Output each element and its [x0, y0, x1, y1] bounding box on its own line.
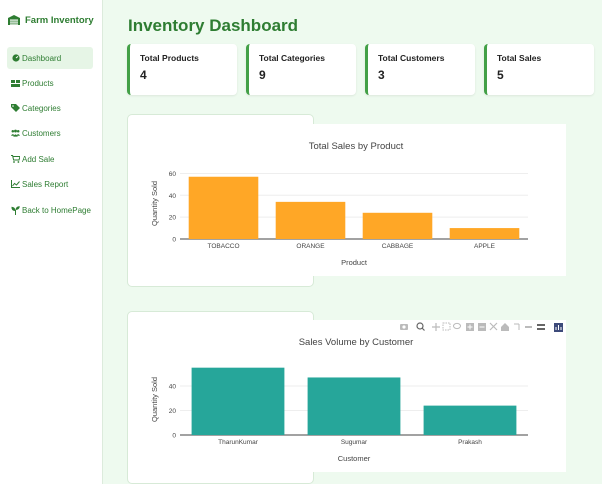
stat-card-value: 5 — [497, 68, 504, 82]
sidebar-item-label: Add Sale — [22, 154, 55, 164]
x-tick-label: Sugumar — [341, 439, 368, 446]
stat-card-value: 3 — [378, 68, 385, 82]
pan-icon[interactable] — [432, 323, 440, 331]
chart-title: Total Sales by Product — [309, 141, 404, 152]
brand-name: Farm Inventory — [25, 14, 94, 26]
sidebar-item-add-sale[interactable]: Add Sale — [7, 148, 93, 170]
bar — [191, 367, 285, 435]
sidebar-item-products[interactable]: Products — [7, 72, 93, 94]
sidebar-item-label: Products — [22, 78, 54, 88]
x-tick-label: ORANGE — [296, 243, 325, 250]
dashboard-icon — [11, 54, 20, 63]
y-tick-label: 20 — [169, 215, 177, 222]
page-title: Inventory Dashboard — [128, 16, 299, 35]
sidebar-item-dashboard[interactable]: Dashboard — [7, 47, 93, 69]
chart-customers: Sales Volume by Customer 0 20 40 TharunKumar… — [128, 320, 566, 472]
zoom-in-icon[interactable] — [466, 323, 474, 331]
y-tick-label: 20 — [169, 408, 177, 415]
sidebar-item-label: Customers — [22, 128, 61, 138]
x-tick-label: Prakash — [458, 439, 482, 446]
y-tick-label: 60 — [169, 171, 177, 178]
x-axis-label: Product — [341, 258, 368, 267]
products-icon — [11, 79, 20, 88]
stat-card-value: 4 — [140, 68, 147, 82]
y-axis-label: Quantity Sold — [150, 181, 159, 226]
y-tick-label: 0 — [172, 237, 176, 244]
x-tick-label: TharunKumar — [218, 439, 259, 446]
stat-card-value: 9 — [259, 68, 266, 82]
cart-icon — [11, 155, 20, 164]
y-tick-label: 40 — [169, 193, 177, 200]
bar — [423, 405, 517, 435]
seedling-icon — [11, 205, 20, 215]
y-axis-label: Quantity Sold — [150, 377, 159, 422]
lasso-select-icon[interactable] — [453, 322, 461, 330]
box-select-icon[interactable] — [442, 322, 451, 331]
stat-card-products: Total Products 4 — [127, 44, 237, 95]
sidebar: Farm Inventory Dashboard Products Catego… — [0, 0, 103, 484]
x-tick-label: CABBAGE — [382, 243, 414, 250]
brand[interactable]: Farm Inventory — [7, 14, 94, 26]
stat-card-label: Total Products — [140, 53, 199, 63]
camera-icon[interactable] — [400, 324, 408, 330]
home-icon[interactable] — [501, 323, 509, 331]
chart-toolbar — [400, 322, 563, 332]
chart-products: Total Sales by Product 0 20 40 60 TOBACCO ORAN… — [128, 124, 566, 276]
stat-card-customers: Total Customers 3 — [365, 44, 475, 95]
spike-lines-icon[interactable] — [514, 323, 520, 330]
bar — [188, 176, 259, 239]
y-tick-label: 40 — [169, 384, 177, 391]
users-icon — [11, 129, 20, 138]
sidebar-item-label: Categories — [22, 103, 61, 113]
line-chart-icon — [11, 180, 20, 189]
bar — [362, 212, 433, 239]
sidebar-item-label: Back to HomePage — [22, 205, 91, 215]
bar — [449, 228, 520, 239]
hover-closest-icon[interactable] — [525, 326, 532, 328]
sidebar-item-label: Sales Report — [22, 179, 69, 189]
stat-card-label: Total Categories — [259, 53, 325, 63]
sidebar-item-label: Dashboard — [22, 53, 62, 63]
warehouse-icon — [7, 14, 21, 26]
stat-card-sales: Total Sales 5 — [484, 44, 594, 95]
stat-card-categories: Total Categories 9 — [246, 44, 356, 95]
y-tick-label: 0 — [172, 433, 176, 440]
sidebar-item-back-to-homepage[interactable]: Back to HomePage — [7, 199, 93, 221]
bar — [275, 201, 346, 239]
stat-card-label: Total Sales — [497, 53, 542, 63]
hover-compare-icon[interactable] — [537, 324, 545, 330]
x-tick-label: TOBACCO — [207, 243, 239, 250]
bar — [307, 377, 401, 435]
bar-chart-customers: Sales Volume by Customer 0 20 40 TharunKumar… — [150, 337, 528, 463]
autoscale-icon[interactable] — [489, 322, 498, 331]
zoom-out-icon[interactable] — [478, 323, 486, 331]
sidebar-item-customers[interactable]: Customers — [7, 122, 93, 144]
sidebar-item-categories[interactable]: Categories — [7, 97, 93, 119]
x-axis-label: Customer — [338, 454, 371, 463]
stat-card-label: Total Customers — [378, 53, 445, 63]
x-tick-label: APPLE — [474, 243, 496, 250]
plotly-logo-icon[interactable] — [554, 323, 563, 332]
chart-title: Sales Volume by Customer — [299, 337, 414, 348]
tag-icon — [11, 104, 20, 113]
zoom-icon[interactable] — [416, 322, 425, 331]
bar-chart-products: Total Sales by Product 0 20 40 60 TOBACCO ORAN… — [150, 141, 528, 267]
sidebar-item-sales-report[interactable]: Sales Report — [7, 173, 93, 195]
